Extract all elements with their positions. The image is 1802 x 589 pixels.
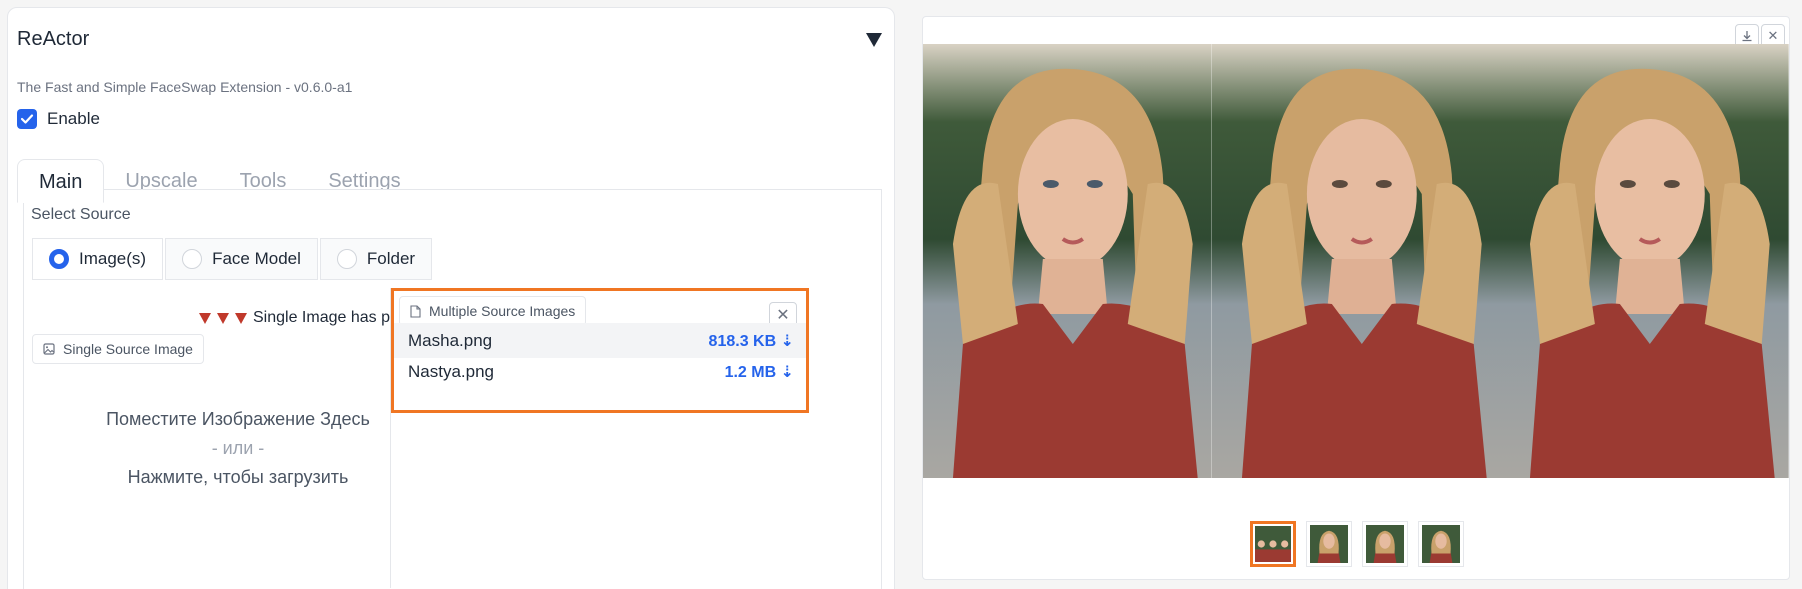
thumbnail-strip <box>1250 521 1464 567</box>
enable-label: Enable <box>47 109 100 128</box>
output-gallery: ✕ <box>922 16 1790 580</box>
extension-subtitle: The Fast and Simple FaceSwap Extension -… <box>17 79 353 95</box>
main-tab-content: Select Source Image(s) Face Model Folder… <box>23 189 882 589</box>
portrait-panel <box>923 44 1212 478</box>
multiple-source-files-box[interactable]: Multiple Source Images ✕ Masha.png 818.3… <box>391 288 809 413</box>
multiple-source-label-text: Multiple Source Images <box>429 303 576 319</box>
file-icon <box>410 304 421 318</box>
single-source-label-text: Single Source Image <box>63 341 193 357</box>
warning-triangle-icon <box>217 312 229 324</box>
enable-checkbox[interactable] <box>17 109 37 129</box>
source-radio-group: Image(s) Face Model Folder <box>32 238 434 280</box>
main-output-image[interactable] <box>923 44 1790 478</box>
gallery-thumbnail[interactable] <box>1250 521 1296 567</box>
portrait-panel <box>1211 44 1501 478</box>
file-size-download-link[interactable]: 1.2 MB ⇣ <box>725 362 794 382</box>
gallery-thumbnail[interactable] <box>1418 521 1464 567</box>
radio-folder-label: Folder <box>366 249 416 268</box>
radio-face-model-indicator[interactable] <box>182 249 203 269</box>
file-size-download-link[interactable]: 818.3 KB ⇣ <box>709 331 794 351</box>
tab-main[interactable]: Main <box>17 159 105 203</box>
radio-images-indicator[interactable] <box>49 249 69 269</box>
radio-face-model-label: Face Model <box>212 249 301 268</box>
accordion-title: ReActor <box>17 28 90 50</box>
multiple-source-area: Multiple Source Images ✕ Masha.png 818.3… <box>390 288 809 588</box>
portrait-panel <box>1500 44 1790 478</box>
multiple-source-images-label: Multiple Source Images <box>399 296 587 326</box>
file-name: Nastya.png <box>408 361 494 381</box>
warning-triangle-icon <box>199 312 211 324</box>
radio-folder[interactable]: Folder <box>319 238 433 280</box>
radio-face-model[interactable]: Face Model <box>165 238 318 280</box>
file-name: Masha.png <box>408 330 493 350</box>
enable-checkbox-row[interactable]: Enable <box>17 109 100 129</box>
or-text: - или - <box>211 438 265 458</box>
gallery-thumbnail[interactable] <box>1306 521 1352 567</box>
gallery-thumbnail[interactable] <box>1362 521 1408 567</box>
drop-text: Поместите Изображение Здесь <box>106 409 370 429</box>
radio-images[interactable]: Image(s) <box>32 238 164 280</box>
single-image-dropzone[interactable]: Поместите Изображение Здесь - или - Нажм… <box>32 405 444 492</box>
radio-folder-indicator[interactable] <box>336 249 357 269</box>
file-row[interactable]: Masha.png 818.3 KB ⇣ <box>394 323 806 358</box>
click-to-upload-text: Нажмите, чтобы загрузить <box>127 467 349 487</box>
warning-triangle-icon <box>235 312 247 324</box>
checkmark-icon <box>20 114 34 124</box>
select-source-label: Select Source <box>31 206 131 223</box>
accordion-header[interactable]: ReActor <box>17 20 882 60</box>
collapse-triangle-icon[interactable] <box>866 33 882 47</box>
single-source-image-label: Single Source Image <box>32 334 204 364</box>
file-row[interactable]: Nastya.png 1.2 MB ⇣ <box>394 354 806 389</box>
image-icon <box>43 343 55 355</box>
radio-images-label: Image(s) <box>79 249 147 268</box>
